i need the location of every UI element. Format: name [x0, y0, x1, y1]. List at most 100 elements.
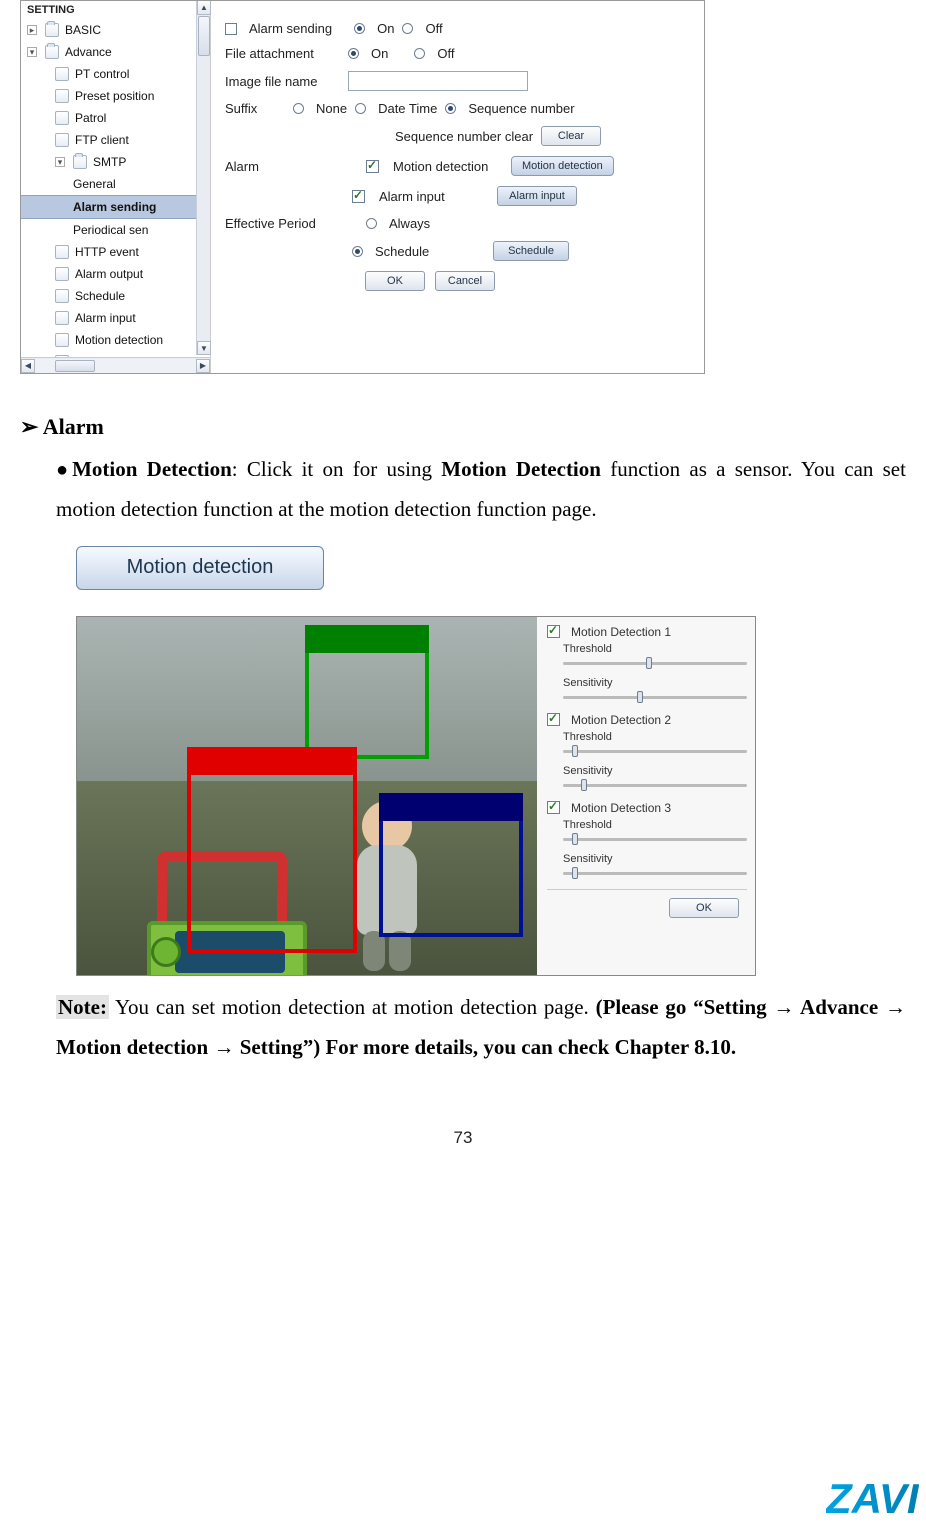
- label-threshold: Threshold: [563, 643, 747, 655]
- page-icon: [55, 67, 69, 81]
- sidebar-item-periodical-sending[interactable]: Periodical sen: [21, 219, 210, 241]
- input-image-file-name[interactable]: [348, 71, 528, 91]
- scroll-track[interactable]: [35, 359, 196, 373]
- sidebar-item-ftp-client[interactable]: FTP client: [21, 129, 210, 151]
- slider-md1-threshold[interactable]: [563, 657, 747, 671]
- expand-box-icon[interactable]: [225, 23, 237, 35]
- checkbox-motion-detection[interactable]: [366, 160, 379, 173]
- sidebar-item-http-event[interactable]: HTTP event: [21, 241, 210, 263]
- scroll-left-icon[interactable]: ◀: [21, 359, 35, 373]
- checkbox-md1[interactable]: [547, 625, 560, 638]
- sidebar-item-preset-position[interactable]: Preset position: [21, 85, 210, 107]
- clear-button[interactable]: Clear: [541, 126, 601, 146]
- slider-thumb[interactable]: [646, 657, 652, 669]
- radio-suffix-none[interactable]: [293, 103, 304, 114]
- label-image-file-name: Image file name: [225, 74, 340, 89]
- radio-effective-always[interactable]: [366, 218, 377, 229]
- chevron-down-icon: ▾: [27, 47, 37, 57]
- note-label: Note:: [56, 995, 109, 1019]
- checkbox-md3[interactable]: [547, 801, 560, 814]
- sidebar-item-schedule[interactable]: Schedule: [21, 285, 210, 307]
- row-alarm-input: Alarm input Alarm input: [225, 186, 694, 206]
- sidebar-item-label: SMTP: [93, 155, 126, 169]
- motion-detection-large-button[interactable]: Motion detection: [76, 546, 324, 590]
- slider-md2-threshold[interactable]: [563, 745, 747, 759]
- scroll-down-icon[interactable]: ▼: [197, 341, 211, 355]
- motion-detection-button[interactable]: Motion detection: [511, 156, 614, 176]
- region-header-bar[interactable]: [187, 747, 357, 775]
- region-header-bar[interactable]: [379, 793, 523, 821]
- sidebar-item-alarm-sending[interactable]: Alarm sending: [21, 195, 210, 219]
- bullet-icon: ●: [56, 459, 72, 481]
- label-threshold: Threshold: [563, 731, 747, 743]
- alarm-input-button[interactable]: Alarm input: [497, 186, 577, 206]
- page-icon: [55, 333, 69, 347]
- group-title: Motion Detection 1: [571, 625, 671, 639]
- scroll-thumb[interactable]: [55, 360, 95, 372]
- motion-panel-actions: OK: [547, 889, 747, 926]
- sidebar-item-basic[interactable]: ▸ BASIC: [21, 19, 210, 41]
- page-icon: [55, 311, 69, 325]
- folder-icon: [73, 155, 87, 169]
- bold-inline: Motion Detection: [441, 457, 601, 481]
- radio-file-attachment-off[interactable]: [414, 48, 425, 59]
- scroll-thumb[interactable]: [198, 16, 210, 56]
- slider-thumb[interactable]: [637, 691, 643, 703]
- sidebar-item-alarm-input[interactable]: Alarm input: [21, 307, 210, 329]
- text-span: You can set motion detection at motion d…: [109, 995, 596, 1019]
- row-file-attachment: File attachment On Off: [225, 46, 694, 61]
- page-icon: [55, 289, 69, 303]
- sidebar-item-label: Periodical sen: [73, 223, 148, 237]
- radio-alarm-sending-on[interactable]: [354, 23, 365, 34]
- slider-thumb[interactable]: [572, 833, 578, 845]
- settings-form: Alarm sending On Off File attachment On …: [211, 1, 704, 373]
- sidebar-item-motion-detection[interactable]: Motion detection: [21, 329, 210, 351]
- cancel-button[interactable]: Cancel: [435, 271, 495, 291]
- label-seq-clear: Sequence number clear: [395, 129, 533, 144]
- slider-thumb[interactable]: [572, 867, 578, 879]
- radio-suffix-datetime[interactable]: [355, 103, 366, 114]
- settings-screenshot: SETTING ▸ BASIC ▾ Advance PT control Pre…: [20, 0, 705, 374]
- region-header-bar[interactable]: [305, 625, 429, 653]
- slider-md1-sensitivity[interactable]: [563, 691, 747, 705]
- brand-logo: ZAVI: [826, 1475, 919, 1523]
- radio-suffix-sequence[interactable]: [445, 103, 456, 114]
- ok-button[interactable]: OK: [365, 271, 425, 291]
- schedule-button[interactable]: Schedule: [493, 241, 569, 261]
- sidebar-item-smtp[interactable]: ▾SMTP: [21, 151, 210, 173]
- motion-region-1[interactable]: [305, 649, 429, 759]
- motion-region-2[interactable]: [187, 771, 357, 953]
- sidebar-item-general[interactable]: General: [21, 173, 210, 195]
- sidebar-item-pt-control[interactable]: PT control: [21, 63, 210, 85]
- row-alarm-motion: Alarm Motion detection Motion detection: [225, 156, 694, 176]
- motion-region-3[interactable]: [379, 817, 523, 937]
- radio-effective-schedule[interactable]: [352, 246, 363, 257]
- checkbox-md2[interactable]: [547, 713, 560, 726]
- sidebar-item-advance[interactable]: ▾ Advance: [21, 41, 210, 63]
- row-seq-clear: Sequence number clear Clear: [225, 126, 694, 146]
- radio-label: Always: [389, 216, 430, 231]
- horizontal-scrollbar[interactable]: ◀ ▶: [21, 357, 210, 373]
- motion-group-2: Motion Detection 2 Threshold Sensitivity: [547, 713, 747, 793]
- row-effective-period-always: Effective Period Always: [225, 216, 694, 231]
- row-image-file-name: Image file name: [225, 71, 694, 91]
- sidebar-item-label: BASIC: [65, 23, 101, 37]
- slider-md3-sensitivity[interactable]: [563, 867, 747, 881]
- sidebar-item-alarm-output[interactable]: Alarm output: [21, 263, 210, 285]
- vertical-scrollbar[interactable]: ▲ ▼: [196, 1, 210, 355]
- slider-md2-sensitivity[interactable]: [563, 779, 747, 793]
- radio-label: On: [371, 46, 388, 61]
- slider-md3-threshold[interactable]: [563, 833, 747, 847]
- checkbox-alarm-input[interactable]: [352, 190, 365, 203]
- scroll-right-icon[interactable]: ▶: [196, 359, 210, 373]
- sidebar-title: SETTING: [21, 1, 210, 19]
- sidebar-item-patrol[interactable]: Patrol: [21, 107, 210, 129]
- radio-file-attachment-on[interactable]: [348, 48, 359, 59]
- slider-thumb[interactable]: [581, 779, 587, 791]
- paragraph-motion-detection: ●Motion Detection: Click it on for using…: [56, 450, 906, 530]
- ok-button[interactable]: OK: [669, 898, 739, 918]
- slider-thumb[interactable]: [572, 745, 578, 757]
- group-title: Motion Detection 2: [571, 713, 671, 727]
- radio-alarm-sending-off[interactable]: [402, 23, 413, 34]
- scroll-up-icon[interactable]: ▲: [197, 1, 211, 15]
